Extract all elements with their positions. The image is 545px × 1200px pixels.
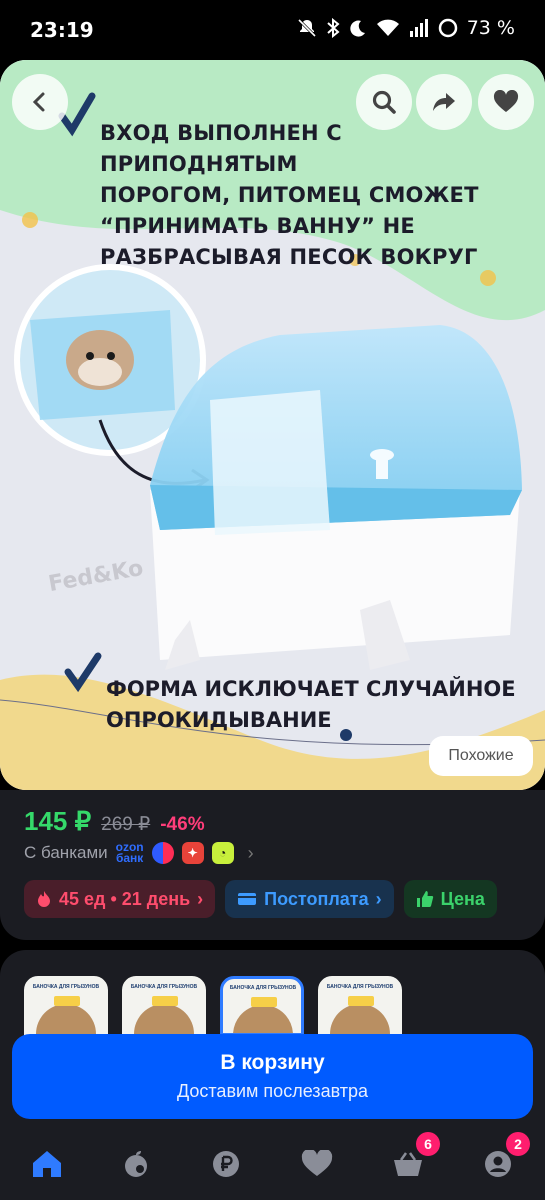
variant-thumbnail[interactable]: БАНОЧКА ДЛЯ ГРЫЗУНОВ (318, 976, 402, 1036)
ruble-icon (213, 1151, 239, 1177)
variant-thumbnail[interactable]: БАНОЧКА ДЛЯ ГРЫЗУНОВ (24, 976, 108, 1036)
thumbnail-text: БАНОЧКА ДЛЯ ГРЫЗУНОВ (130, 984, 198, 990)
thumbnail-label (348, 996, 374, 1006)
bank-icon-3: ◔ (211, 842, 234, 864)
thumbnail-image (330, 1004, 390, 1034)
product-image-gallery[interactable]: ВХОД ВЫПОЛНЕН С ПРИПОДНЯТЫМ ПОРОГОМ, ПИТ… (0, 60, 545, 790)
price-discount: -46% (160, 814, 205, 835)
chip-price[interactable]: Цена (403, 880, 497, 918)
banks-label: С банками (24, 843, 108, 862)
caption-top-line: ВХОД ВЫПОЛНЕН С ПРИПОДНЯТЫМ (100, 121, 342, 176)
profile-badge: 2 (506, 1132, 530, 1156)
chevron-right-icon: › (197, 888, 204, 909)
fresh-icon (125, 1151, 147, 1177)
chevron-right-icon: › (247, 842, 254, 863)
price-old: 269 ₽ (101, 814, 151, 835)
thumbnail-image (36, 1004, 96, 1034)
profile-icon (485, 1151, 511, 1177)
battery-ring-icon (438, 18, 457, 38)
status-time: 23:19 (30, 18, 94, 42)
bell-off-icon (297, 18, 316, 38)
favorite-button[interactable] (478, 74, 534, 130)
similar-button[interactable]: Похожие (429, 736, 533, 776)
signal-icon (409, 19, 428, 37)
price-panel: 145 ₽ 269 ₽ -46% С банками ozon банк ✦ ◔… (0, 790, 545, 940)
variant-thumbnails: БАНОЧКА ДЛЯ ГРЫЗУНОВ БАНОЧКА ДЛЯ ГРЫЗУНО… (24, 976, 402, 1036)
thumbnail-image (134, 1004, 194, 1034)
bluetooth-icon (327, 18, 340, 38)
nav-fresh[interactable] (116, 1144, 156, 1184)
bank-icon-2: ✦ (181, 842, 204, 864)
thumbnail-text: БАНОЧКА ДЛЯ ГРЫЗУНОВ (229, 985, 297, 991)
status-icons: 73 % (297, 17, 515, 39)
moon-icon (350, 20, 365, 37)
search-button[interactable] (356, 74, 412, 130)
status-bar: 23:19 73 % (0, 0, 545, 60)
chip-postpay[interactable]: Постоплата › (225, 880, 394, 918)
variant-thumbnail[interactable]: БАНОЧКА ДЛЯ ГРЫЗУНОВ (122, 976, 206, 1036)
delivery-info: Доставим послезавтра (176, 1081, 369, 1101)
chevron-right-icon: › (375, 888, 382, 909)
cart-icon (394, 1152, 422, 1176)
thumbnail-label (251, 997, 277, 1007)
fire-icon (38, 891, 50, 907)
offer-chips: 45 ед • 21 день › Постоплата › Цена (24, 880, 497, 918)
price-current: 145 ₽ (24, 806, 92, 836)
thumbnail-image (233, 1005, 293, 1033)
variant-thumbnail-selected[interactable]: БАНОЧКА ДЛЯ ГРЫЗУНОВ (220, 976, 304, 1036)
nav-profile[interactable]: 2 (478, 1132, 530, 1184)
share-button[interactable] (416, 74, 472, 130)
add-to-cart-label: В корзину (220, 1051, 325, 1074)
thumbnail-text: БАНОЧКА ДЛЯ ГРЫЗУНОВ (32, 984, 100, 990)
battery-percent: 73 % (466, 17, 515, 39)
caption-bottom: ФОРМА ИСКЛЮЧАЕТ СЛУЧАЙНОЕ ОПРОКИДЫВАНИЕ (106, 674, 526, 736)
caption-top-line: РАЗБРАСЫВАЯ ПЕСОК ВОКРУГ (100, 245, 478, 269)
ozon-bank-logo: ozon банк (115, 841, 144, 865)
ozon-line: банк (115, 851, 144, 865)
wifi-icon (376, 19, 399, 36)
thumbnail-label (54, 996, 80, 1006)
back-button[interactable] (12, 74, 68, 130)
chip-postpay-label: Постоплата (264, 888, 369, 909)
caption-top-line: “ПРИНИМАТЬ ВАННУ” НЕ (100, 214, 415, 238)
back-icon (32, 92, 45, 112)
nav-finance[interactable] (206, 1144, 246, 1184)
caption-bottom-line: ОПРОКИДЫВАНИЕ (106, 708, 332, 732)
thumbnail-text: БАНОЧКА ДЛЯ ГРЫЗУНОВ (326, 984, 394, 990)
heart-icon (493, 90, 519, 112)
card-icon (238, 893, 257, 905)
nav-home[interactable] (27, 1144, 67, 1184)
caption-top: ВХОД ВЫПОЛНЕН С ПРИПОДНЯТЫМ ПОРОГОМ, ПИТ… (100, 118, 520, 273)
home-icon (33, 1151, 61, 1177)
bottom-navigation: 6 2 (0, 1126, 545, 1200)
chip-stock-label: 45 ед • 21 день (59, 888, 191, 909)
bank-offers-row[interactable]: С банками ozon банк ✦ ◔ › (24, 841, 254, 865)
thumbs-up-icon (416, 891, 433, 907)
nav-cart[interactable]: 6 (388, 1132, 440, 1184)
chip-price-label: Цена (440, 888, 485, 909)
caption-top-line: ПОРОГОМ, ПИТОМЕЦ СМОЖЕТ (100, 183, 479, 207)
nav-favorites[interactable] (297, 1144, 337, 1184)
thumbnail-label (152, 996, 178, 1006)
share-icon (433, 93, 455, 111)
favorites-icon (301, 1150, 333, 1176)
price-row: 145 ₽ 269 ₽ -46% (24, 806, 205, 837)
bank-icon-1 (151, 842, 174, 864)
cart-badge: 6 (416, 1132, 440, 1156)
add-to-cart-button[interactable]: В корзину Доставим послезавтра (12, 1034, 533, 1119)
chip-stock[interactable]: 45 ед • 21 день › (24, 880, 216, 918)
caption-bottom-line: ФОРМА ИСКЛЮЧАЕТ СЛУЧАЙНОЕ (106, 677, 516, 701)
search-icon (372, 90, 396, 114)
